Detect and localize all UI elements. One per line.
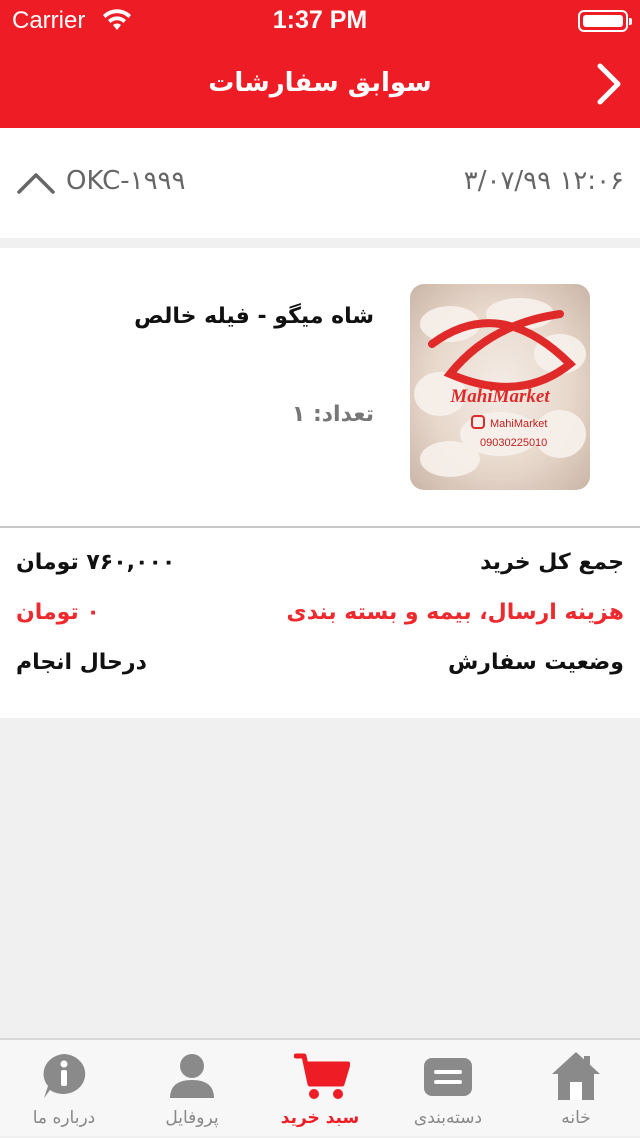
shipping-label: هزینه ارسال، بیمه و بسته بندی — [286, 600, 624, 625]
order-summary: جمع کل خرید ۷۶۰,۰۰۰ تومان هزینه ارسال، ب… — [0, 528, 640, 718]
status-value: درحال انجام — [16, 650, 147, 675]
tab-home-label: خانه — [561, 1108, 591, 1128]
order-item: MahiMarket MahiMarket 09030225010 شاه می… — [0, 248, 640, 526]
tab-cart[interactable]: سبد خرید — [256, 1040, 384, 1138]
shipping-value: ۰ تومان — [16, 600, 100, 625]
tab-category[interactable]: دسته‌بندی — [384, 1040, 512, 1138]
status-label: وضعیت سفارش — [447, 650, 624, 675]
category-icon — [424, 1058, 472, 1096]
order-header[interactable]: ۱۲:۰۶ ۳/۰۷/۹۹ OKC-۱۹۹۹ — [0, 128, 640, 238]
total-label: جمع کل خرید — [480, 550, 624, 575]
tab-about-label: درباره ما — [32, 1108, 96, 1128]
tab-profile[interactable]: پروفایل — [128, 1040, 256, 1138]
tab-home[interactable]: خانه — [512, 1040, 640, 1138]
tab-bar: درباره ما پروفایل سبد خرید دسته‌بندی — [0, 1038, 640, 1136]
tab-cart-label: سبد خرید — [280, 1108, 360, 1128]
product-image: MahiMarket MahiMarket 09030225010 — [410, 284, 590, 490]
info-icon — [43, 1054, 86, 1098]
chevron-up-icon[interactable] — [16, 170, 56, 196]
user-icon — [170, 1054, 214, 1098]
home-icon — [552, 1052, 600, 1100]
order-date: ۱۲:۰۶ ۳/۰۷/۹۹ — [463, 166, 624, 196]
product-quantity: تعداد: ۱ — [291, 402, 374, 427]
tab-profile-label: پروفایل — [165, 1108, 219, 1128]
battery-icon — [578, 10, 632, 32]
image-brand-text: MahiMarket — [449, 386, 550, 407]
tab-about[interactable]: درباره ما — [0, 1040, 128, 1138]
image-phone-text: 09030225010 — [480, 437, 547, 449]
total-value: ۷۶۰,۰۰۰ تومان — [16, 550, 176, 575]
status-time: 1:37 PM — [272, 6, 368, 34]
image-handle-text: MahiMarket — [490, 418, 547, 430]
order-code: OKC-۱۹۹۹ — [66, 166, 186, 196]
cart-icon — [294, 1053, 350, 1099]
tab-category-label: دسته‌بندی — [413, 1108, 483, 1128]
back-chevron-icon[interactable] — [590, 60, 626, 108]
app-header: Carrier 1:37 PM سوابق سفارشات — [0, 0, 640, 128]
status-bar: Carrier 1:37 PM — [0, 0, 640, 40]
product-name: شاه میگو - فیله خالص — [134, 304, 374, 329]
page-title: سوابق سفارشات — [208, 68, 432, 98]
